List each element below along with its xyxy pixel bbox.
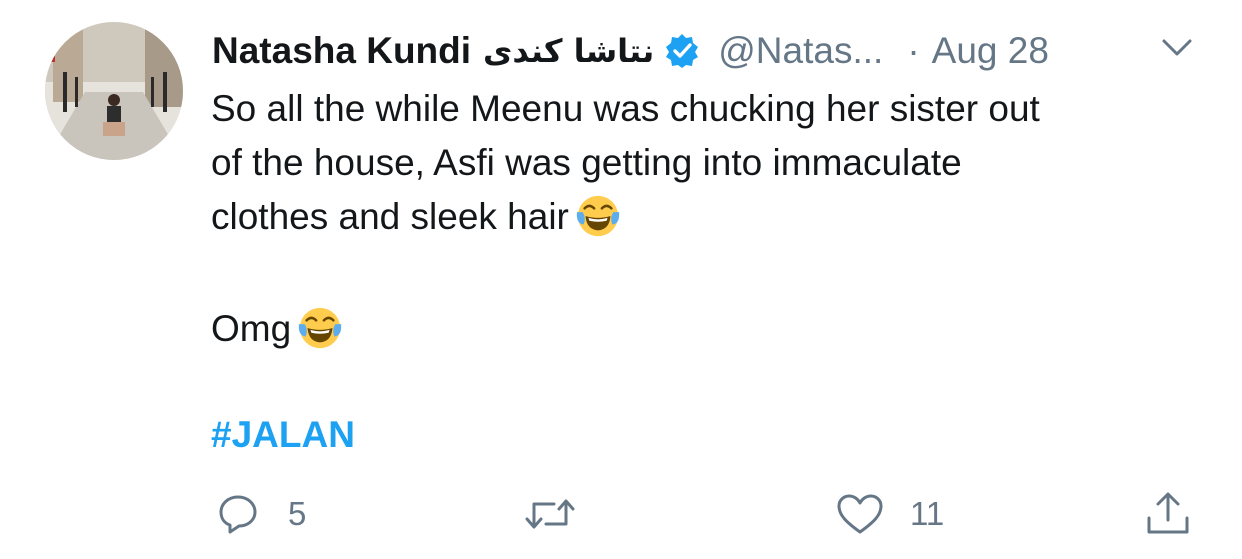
avatar[interactable] <box>45 22 183 160</box>
tweet-text-line-1: So all the while Meenu was chucking her … <box>211 88 1040 129</box>
tweet-header: Natasha Kundi نتاشا کندی @Natas... · Aug… <box>212 26 1049 76</box>
omg-text: Omg <box>211 308 292 349</box>
laughing-tears-emoji-icon <box>576 195 620 237</box>
reply-count: 5 <box>288 495 307 532</box>
like-count: 11 <box>910 495 945 532</box>
like-button[interactable]: 11 <box>836 486 944 542</box>
heart-icon <box>837 494 883 534</box>
tweet-text-line-3: clothes and sleek hair <box>211 190 1211 244</box>
handle[interactable]: @Natas... <box>718 30 883 72</box>
chevron-down-icon[interactable] <box>1160 36 1194 60</box>
retweet-icon <box>525 499 575 529</box>
timestamp[interactable]: Aug 28 <box>932 30 1049 72</box>
verified-badge-icon <box>664 33 700 69</box>
reply-button[interactable]: 5 <box>216 486 306 542</box>
avatar-image <box>45 22 183 160</box>
tweet-text-line-3-text: clothes and sleek hair <box>211 196 569 237</box>
share-icon <box>1147 492 1189 534</box>
display-name[interactable]: Natasha Kundi <box>212 30 471 72</box>
share-button[interactable] <box>1144 486 1192 542</box>
tweet-text: So all the while Meenu was chucking her … <box>211 82 1211 244</box>
tweet-actions: 5 11 <box>0 486 1242 546</box>
reply-icon <box>219 495 257 534</box>
tweet[interactable]: Natasha Kundi نتاشا کندی @Natas... · Aug… <box>0 0 1242 559</box>
laughing-tears-emoji-icon <box>298 307 342 349</box>
retweet-button[interactable] <box>524 486 576 542</box>
tweet-text-paragraph-2: Omg <box>211 302 343 356</box>
tweet-text-line-2: of the house, Asfi was getting into imma… <box>211 142 962 183</box>
separator-dot: · <box>907 30 920 71</box>
hashtag-link[interactable]: #JALAN <box>211 408 355 462</box>
display-name-urdu[interactable]: نتاشا کندی <box>483 32 654 70</box>
